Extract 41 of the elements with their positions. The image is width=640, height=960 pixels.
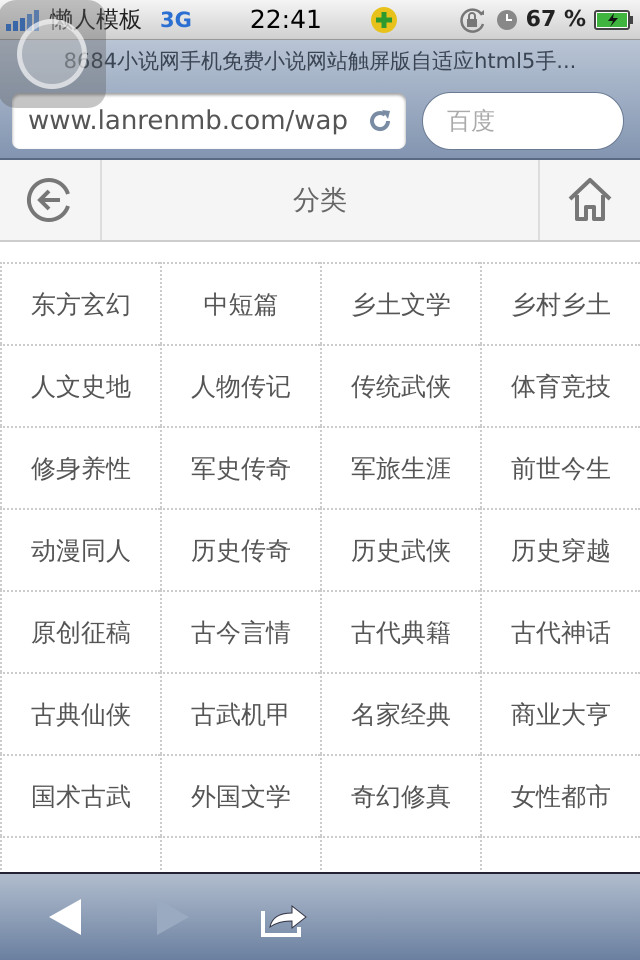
signal-icon bbox=[6, 8, 40, 30]
category-link[interactable]: 历史传奇 bbox=[160, 508, 320, 590]
category-link[interactable]: 历史穿越 bbox=[480, 508, 640, 590]
plus-badge-icon bbox=[370, 6, 398, 34]
page-title: 8684小说网手机免费小说网站触屏版自适应html5手... bbox=[62, 48, 578, 75]
back-arrow-icon[interactable] bbox=[48, 898, 84, 936]
header-title: 分类 bbox=[292, 184, 348, 218]
category-link[interactable]: 动漫同人 bbox=[0, 508, 160, 590]
category-link[interactable]: 奇幻修真 bbox=[320, 754, 480, 836]
category-link[interactable]: 体育竞技 bbox=[480, 344, 640, 426]
category-link[interactable]: 传统武侠 bbox=[320, 344, 480, 426]
category-link[interactable]: 女性都市 bbox=[480, 754, 640, 836]
battery-icon bbox=[594, 10, 634, 30]
category-link[interactable]: 历史武侠 bbox=[320, 508, 480, 590]
category-link[interactable]: 国术古武 bbox=[0, 754, 160, 836]
category-link[interactable]: 军旅生涯 bbox=[320, 426, 480, 508]
category-link[interactable]: 古武机甲 bbox=[160, 672, 320, 754]
network-type: 3G bbox=[160, 8, 192, 32]
category-link[interactable]: 前世今生 bbox=[480, 426, 640, 508]
category-link[interactable]: 乡土文学 bbox=[320, 262, 480, 344]
category-link[interactable]: 东方玄幻 bbox=[0, 262, 160, 344]
category-link[interactable]: 名家经典 bbox=[320, 672, 480, 754]
category-link[interactable]: 商业大亨 bbox=[480, 672, 640, 754]
category-link[interactable]: 原创征稿 bbox=[0, 590, 160, 672]
clock-time: 22:41 bbox=[250, 5, 322, 34]
category-link[interactable]: 古代典籍 bbox=[320, 590, 480, 672]
category-link[interactable]: 中短篇 bbox=[160, 262, 320, 344]
category-link[interactable]: 人文史地 bbox=[0, 344, 160, 426]
category-link[interactable]: 军史传奇 bbox=[160, 426, 320, 508]
category-link[interactable]: 古今言情 bbox=[160, 590, 320, 672]
search-field[interactable]: 百度 bbox=[422, 92, 624, 150]
category-link[interactable]: 古代神话 bbox=[480, 590, 640, 672]
category-link[interactable]: 修身养性 bbox=[0, 426, 160, 508]
category-link[interactable]: 外国文学 bbox=[160, 754, 320, 836]
alarm-clock-icon bbox=[496, 8, 518, 30]
category-link[interactable]: 人物传记 bbox=[160, 344, 320, 426]
category-link[interactable]: 乡村乡土 bbox=[480, 262, 640, 344]
category-link[interactable]: 古典仙侠 bbox=[0, 672, 160, 754]
carrier-name: 懒人模板 bbox=[50, 6, 142, 35]
address-field[interactable]: www.lanrenmb.com/wap bbox=[12, 93, 406, 149]
battery-percentage: 67 % bbox=[526, 7, 586, 32]
